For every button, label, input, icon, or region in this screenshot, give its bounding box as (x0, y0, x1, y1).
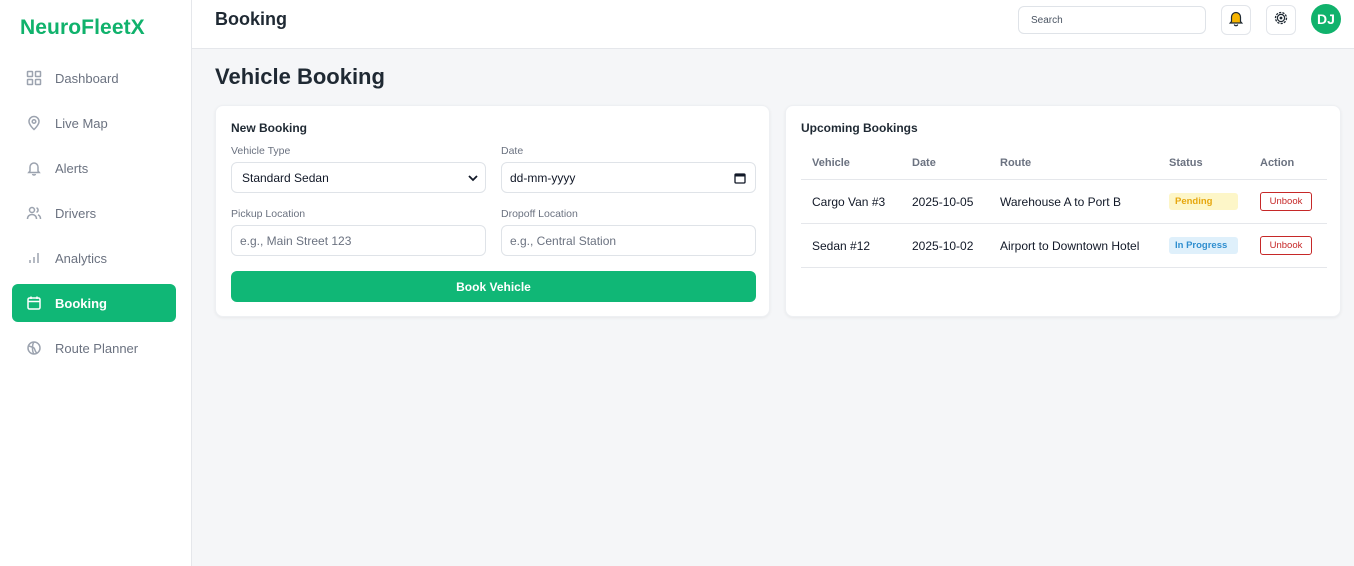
cell-route: Warehouse A to Port B (1000, 195, 1121, 209)
pickup-location-input[interactable] (231, 225, 486, 256)
notifications-button[interactable] (1221, 5, 1251, 35)
table-row: Cargo Van #3 2025-10-05 Warehouse A to P… (801, 180, 1327, 224)
bar-chart-icon (26, 250, 42, 266)
sidebar-item-live-map[interactable]: Live Map (12, 104, 176, 142)
cell-vehicle: Cargo Van #3 (812, 195, 886, 209)
bookings-table: Vehicle Date Route Status Action Cargo V… (801, 146, 1327, 268)
page-title: Vehicle Booking (215, 64, 385, 89)
header-title: Booking (215, 9, 287, 29)
bell-icon (26, 160, 42, 176)
sidebar-item-label: Dashboard (55, 70, 119, 86)
brand-logo[interactable]: NeuroFleetX (20, 16, 145, 40)
gear-icon (1272, 9, 1290, 32)
avatar[interactable]: DJ (1311, 4, 1341, 34)
vehicle-type-value: Standard Sedan (242, 170, 329, 185)
column-header-status: Status (1169, 157, 1203, 169)
map-pin-icon (26, 115, 42, 131)
sidebar-item-alerts[interactable]: Alerts (12, 149, 176, 187)
cell-date: 2025-10-02 (912, 239, 974, 253)
status-badge-pending: Pending (1169, 193, 1238, 210)
sidebar-item-label: Analytics (55, 250, 108, 266)
sidebar-item-label: Alerts (55, 160, 89, 176)
top-bar: Booking DJ (192, 0, 1354, 49)
column-header-route: Route (1000, 157, 1032, 169)
date-label: Date (501, 145, 524, 157)
cell-route: Airport to Downtown Hotel (1000, 239, 1140, 253)
dropoff-location-label: Dropoff Location (501, 208, 578, 220)
table-row: Sedan #12 2025-10-02 Airport to Downtown… (801, 224, 1327, 268)
bell-icon (1227, 9, 1245, 32)
sidebar-item-analytics[interactable]: Analytics (12, 239, 176, 277)
upcoming-bookings-title: Upcoming Bookings (801, 121, 918, 135)
sidebar-item-label: Route Planner (55, 340, 139, 356)
new-booking-title: New Booking (231, 121, 308, 135)
sidebar: NeuroFleetX Dashboard Live Map Alerts Dr… (0, 0, 192, 566)
settings-button[interactable] (1266, 5, 1296, 35)
sidebar-item-dashboard[interactable]: Dashboard (12, 59, 176, 97)
date-value: dd-mm-yyyy (510, 170, 576, 185)
search-input[interactable] (1018, 6, 1206, 34)
calendar-icon[interactable] (734, 172, 746, 184)
sidebar-item-booking[interactable]: Booking (12, 284, 176, 322)
sidebar-item-route-planner[interactable]: Route Planner (12, 329, 176, 367)
vehicle-type-label: Vehicle Type (231, 145, 291, 157)
dashboard-grid-icon (26, 70, 42, 86)
cell-date: 2025-10-05 (912, 195, 974, 209)
status-badge-in-progress: In Progress (1169, 237, 1238, 254)
sidebar-item-label: Booking (55, 295, 107, 311)
book-vehicle-button[interactable]: Book Vehicle (231, 271, 756, 302)
dropoff-location-input[interactable] (501, 225, 756, 256)
sidebar-item-label: Live Map (55, 115, 108, 131)
globe-icon (26, 340, 42, 356)
new-booking-card: New Booking Vehicle Type Standard Sedan … (215, 105, 770, 317)
date-input[interactable]: dd-mm-yyyy (501, 162, 756, 193)
upcoming-bookings-card: Upcoming Bookings Vehicle Date Route Sta… (785, 105, 1341, 317)
chevron-down-icon (467, 172, 479, 184)
unbook-button[interactable]: Unbook (1260, 192, 1312, 211)
sidebar-item-drivers[interactable]: Drivers (12, 194, 176, 232)
column-header-date: Date (912, 157, 936, 169)
vehicle-type-select[interactable]: Standard Sedan (231, 162, 486, 193)
calendar-icon (26, 295, 42, 311)
users-icon (26, 205, 42, 221)
column-header-action: Action (1260, 157, 1295, 169)
table-header-row: Vehicle Date Route Status Action (801, 146, 1327, 180)
column-header-vehicle: Vehicle (812, 157, 850, 169)
pickup-location-label: Pickup Location (231, 208, 306, 220)
sidebar-nav: Dashboard Live Map Alerts Drivers Analyt… (12, 59, 176, 374)
unbook-button[interactable]: Unbook (1260, 236, 1312, 255)
cell-vehicle: Sedan #12 (812, 239, 871, 253)
sidebar-item-label: Drivers (55, 205, 97, 221)
